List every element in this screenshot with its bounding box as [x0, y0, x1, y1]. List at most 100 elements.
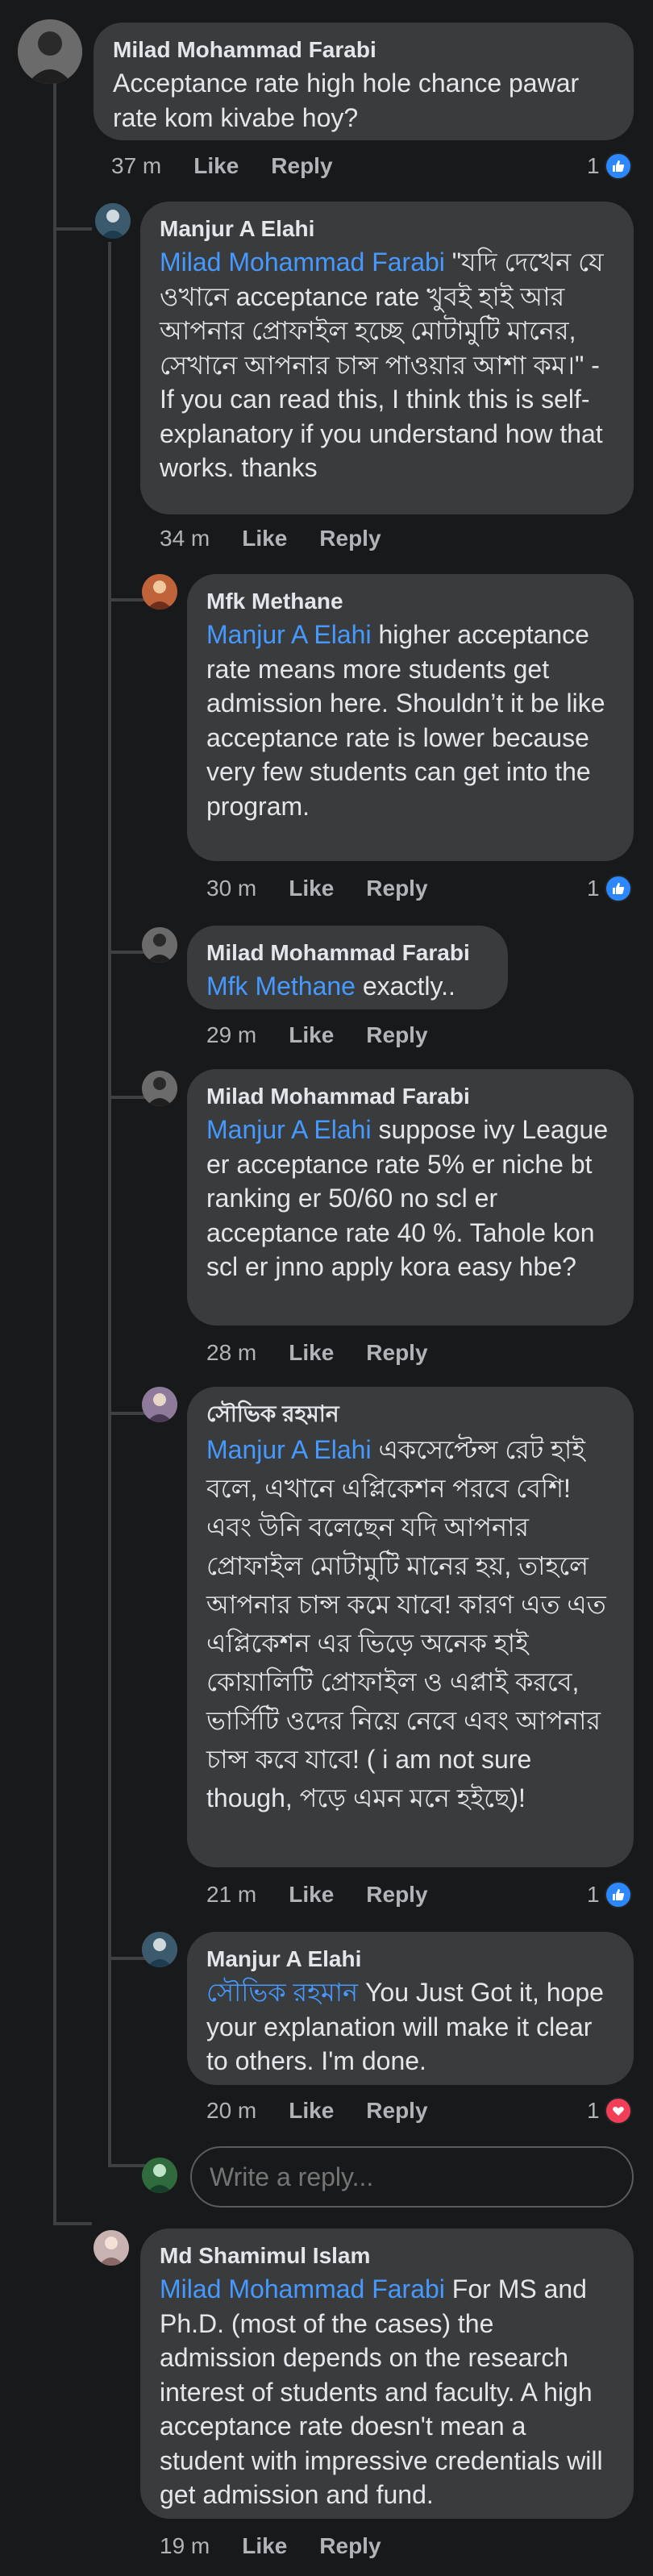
avatar-image	[94, 2230, 129, 2266]
like-button[interactable]: Like	[289, 872, 334, 905]
thread-line-level1-branch	[53, 227, 92, 231]
comment-bubble: Md Shamimul Islam Milad Mohammad Farabi …	[140, 2229, 634, 2519]
thread-line-branch-4	[108, 1412, 145, 1415]
comment-time[interactable]: 28 m	[206, 1337, 256, 1369]
reply-button[interactable]: Reply	[366, 872, 427, 905]
mention-link[interactable]: Milad Mohammad Farabi	[160, 248, 445, 277]
comment-text: Manjur A Elahi একসেপ্টেন্স রেট হাই বলে, …	[206, 1430, 614, 1817]
avatar[interactable]	[142, 1932, 177, 1967]
reply-button[interactable]: Reply	[366, 1337, 427, 1369]
reaction-count-number: 1	[587, 2098, 600, 2123]
comment-text: Mfk Methane exactly..	[206, 969, 489, 1004]
comment-author[interactable]: Mfk Methane	[206, 585, 614, 618]
avatar-image	[142, 927, 177, 963]
avatar[interactable]	[142, 1071, 177, 1106]
like-button[interactable]: Like	[289, 1019, 334, 1051]
comment-author[interactable]: Md Shamimul Islam	[160, 2240, 614, 2272]
comment-text: Acceptance rate high hole chance pawar r…	[113, 66, 614, 135]
comment-actions: 34 m Like Reply	[160, 522, 414, 555]
comment-time[interactable]: 29 m	[206, 1019, 256, 1051]
like-button[interactable]: Like	[242, 522, 287, 555]
avatar-image	[142, 574, 177, 610]
comment-thread: Milad Mohammad Farabi Acceptance rate hi…	[0, 0, 653, 2576]
current-user-avatar	[142, 2158, 177, 2193]
comment-author[interactable]: Manjur A Elahi	[206, 1943, 614, 1975]
comment-time[interactable]: 20 m	[206, 2095, 256, 2127]
comment-author[interactable]: Milad Mohammad Farabi	[206, 1080, 614, 1113]
comment-bubble: Milad Mohammad Farabi Acceptance rate hi…	[94, 23, 634, 140]
reply-input[interactable]	[190, 2146, 634, 2208]
avatar-image	[142, 1387, 177, 1422]
comment-actions: 30 m Like Reply	[206, 872, 460, 905]
comment-body: exactly..	[355, 972, 455, 1001]
comment-actions: 19 m Like Reply	[160, 2530, 414, 2562]
reply-button[interactable]: Reply	[319, 522, 381, 555]
thread-line-level1-curve	[53, 2222, 92, 2225]
comment-body: "যদি দেখেন যে ওখানে acceptance rate খুবই…	[160, 248, 604, 482]
thread-line-branch-3	[108, 1096, 145, 1099]
comment-bubble: Milad Mohammad Farabi Manjur A Elahi sup…	[187, 1069, 634, 1325]
reaction-count[interactable]: 1	[587, 872, 632, 905]
mention-link[interactable]: Manjur A Elahi	[206, 1115, 372, 1144]
avatar[interactable]	[142, 574, 177, 610]
avatar[interactable]	[94, 2230, 129, 2266]
comment-actions: 28 m Like Reply	[206, 1337, 460, 1369]
comment-text: Milad Mohammad Farabi "যদি দেখেন যে ওখান…	[160, 245, 614, 485]
comment-actions: 37 m Like Reply	[111, 150, 365, 182]
avatar[interactable]	[18, 19, 82, 84]
comment-body: Acceptance rate high hole chance pawar r…	[113, 69, 580, 132]
avatar[interactable]	[95, 203, 131, 239]
reply-button[interactable]: Reply	[319, 2530, 381, 2562]
mention-link[interactable]: Milad Mohammad Farabi	[160, 2274, 445, 2303]
comment-time[interactable]: 19 m	[160, 2530, 210, 2562]
reply-button[interactable]: Reply	[366, 2095, 427, 2127]
thread-line-level2	[108, 242, 111, 2166]
comment-body: For MS and Ph.D. (most of the cases) the…	[160, 2274, 603, 2509]
avatar-image	[142, 2158, 177, 2193]
reaction-count-number: 1	[587, 876, 600, 901]
thread-line-branch-1	[108, 598, 145, 601]
mention-link[interactable]: Manjur A Elahi	[206, 1435, 372, 1464]
comment-body: একসেপ্টেন্স রেট হাই বলে, এখানে এপ্লিকেশন…	[206, 1435, 606, 1812]
avatar-image	[142, 1932, 177, 1967]
reaction-count[interactable]: 1	[587, 1879, 632, 1911]
like-button[interactable]: Like	[242, 2530, 287, 2562]
comment-time[interactable]: 30 m	[206, 872, 256, 905]
like-icon	[604, 1881, 632, 1908]
avatar[interactable]	[142, 927, 177, 963]
comment-actions: 21 m Like Reply	[206, 1879, 460, 1911]
reply-button[interactable]: Reply	[271, 150, 332, 182]
love-icon	[604, 2097, 632, 2124]
avatar-image	[142, 1071, 177, 1106]
reply-button[interactable]: Reply	[366, 1019, 427, 1051]
mention-link[interactable]: সৌভিক রহমান	[206, 1978, 358, 2007]
like-button[interactable]: Like	[289, 1337, 334, 1369]
like-button[interactable]: Like	[289, 1879, 334, 1911]
reaction-count-number: 1	[587, 153, 600, 178]
mention-link[interactable]: Mfk Methane	[206, 972, 356, 1001]
reaction-count[interactable]: 1	[587, 2095, 632, 2127]
comment-text: সৌভিক রহমান You Just Got it, hope your e…	[206, 1975, 614, 2079]
comment-time[interactable]: 37 m	[111, 150, 161, 182]
mention-link[interactable]: Manjur A Elahi	[206, 620, 372, 649]
like-button[interactable]: Like	[289, 2095, 334, 2127]
comment-author[interactable]: Manjur A Elahi	[160, 213, 614, 245]
reply-button[interactable]: Reply	[366, 1879, 427, 1911]
comment-author[interactable]: সৌভিক রহমান	[206, 1398, 614, 1430]
like-button[interactable]: Like	[193, 150, 239, 182]
comment-text: Manjur A Elahi higher acceptance rate me…	[206, 618, 614, 823]
comment-bubble: Manjur A Elahi সৌভিক রহমান You Just Got …	[187, 1932, 634, 2085]
comment-text: Manjur A Elahi suppose ivy League er acc…	[206, 1113, 614, 1284]
thread-line-branch-2	[108, 951, 145, 954]
comment-author[interactable]: Milad Mohammad Farabi	[113, 34, 614, 66]
thread-line-branch-6	[108, 2164, 145, 2167]
comment-time[interactable]: 21 m	[206, 1879, 256, 1911]
comment-time[interactable]: 34 m	[160, 522, 210, 555]
reaction-count[interactable]: 1	[587, 150, 632, 182]
thread-line-branch-5	[108, 1957, 145, 1960]
comment-author[interactable]: Milad Mohammad Farabi	[206, 937, 489, 969]
like-icon	[604, 152, 632, 180]
avatar[interactable]	[142, 1387, 177, 1422]
comment-actions: 29 m Like Reply	[206, 1019, 460, 1051]
like-icon	[604, 875, 632, 902]
